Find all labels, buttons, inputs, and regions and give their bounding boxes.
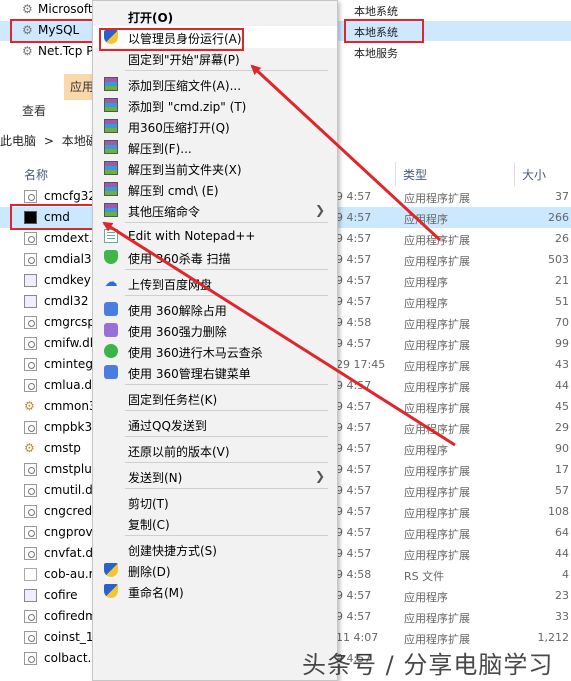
watermark-text: 头条号 / 分享电脑学习 xyxy=(302,651,554,679)
annotation-arrows xyxy=(102,64,456,447)
arrow-to-cmd-file xyxy=(102,221,456,447)
arrow-to-run-as-admin xyxy=(250,64,442,242)
